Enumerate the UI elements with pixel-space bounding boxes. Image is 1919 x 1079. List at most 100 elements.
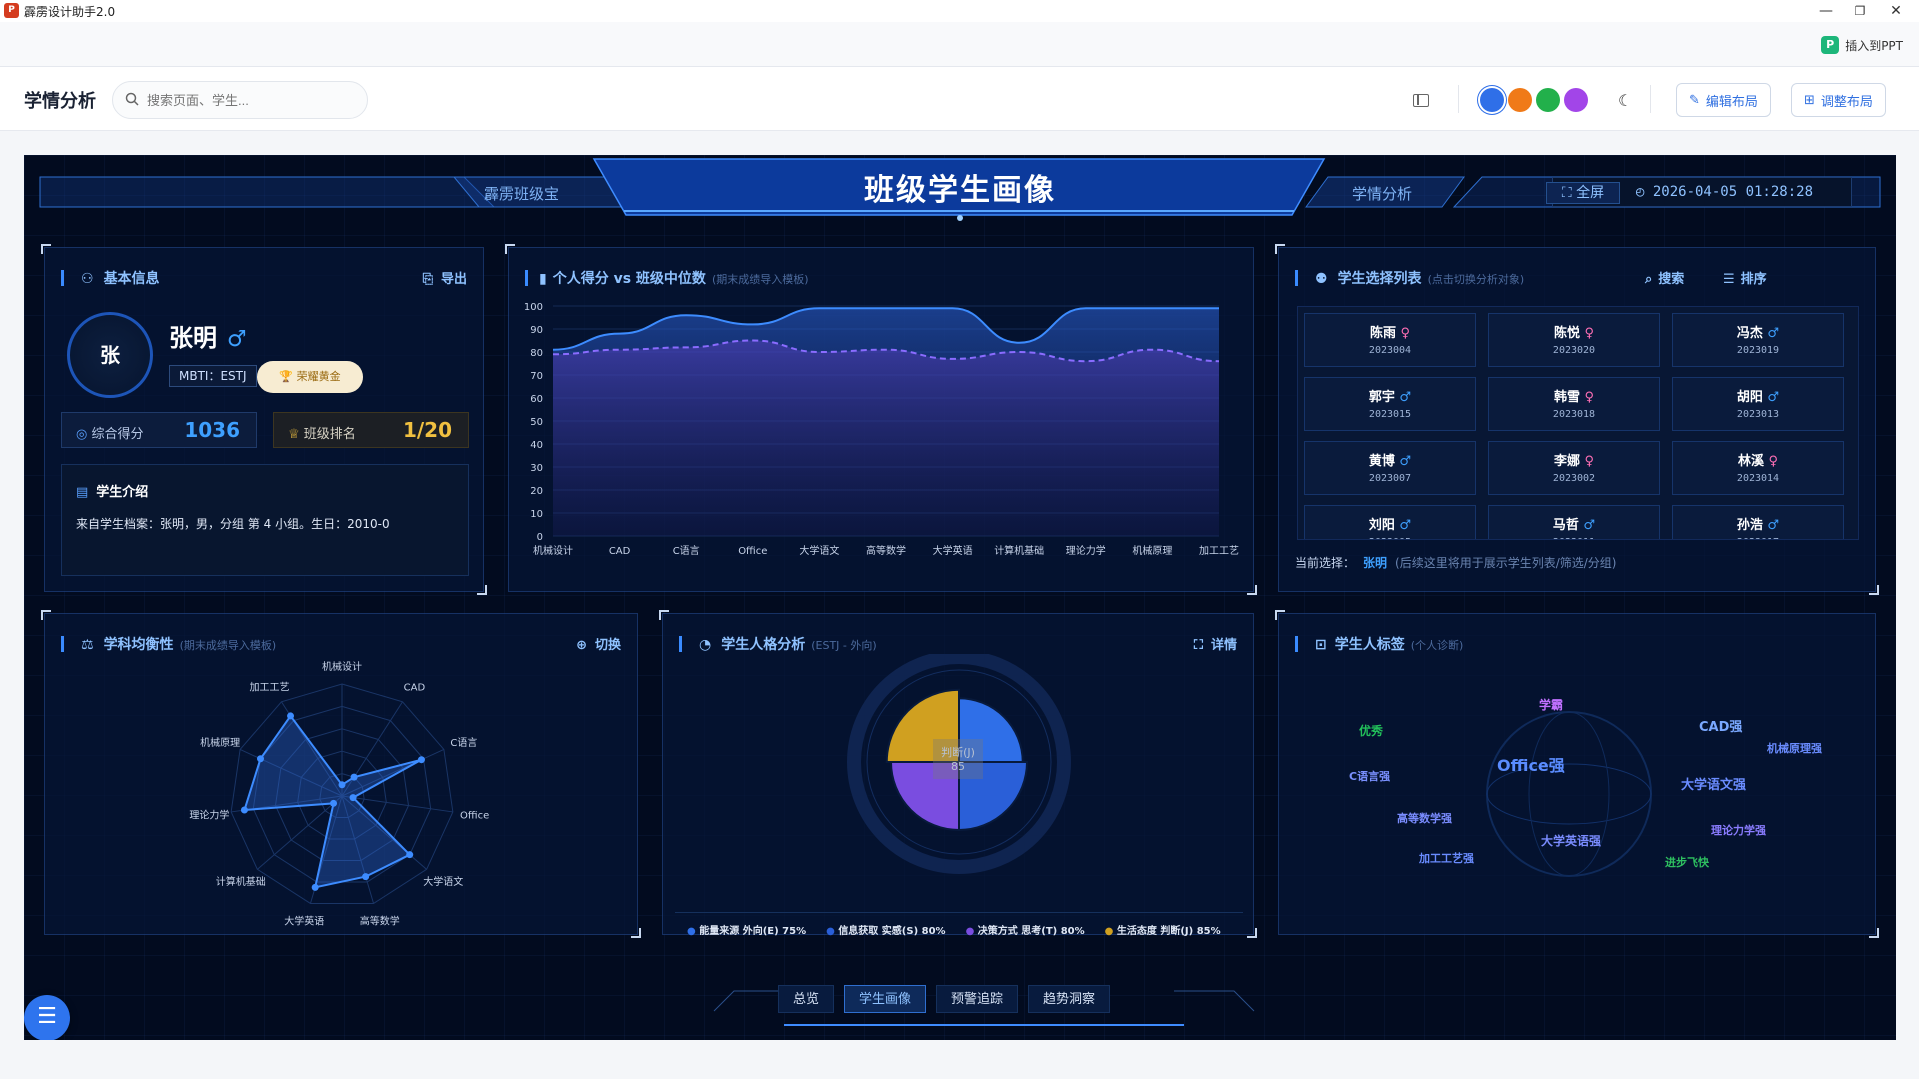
- y-tick-label: 20: [530, 486, 543, 497]
- theme-color-dot[interactable]: [1536, 88, 1560, 112]
- x-tick-label: 计算机基础: [994, 544, 1044, 557]
- female-icon: ♀: [1763, 454, 1779, 469]
- tag-cloud: 学霸 优秀 CAD强 机械原理强 Office强 C语言强 大学语文强 高等数学强 理论力学强大…: [1279, 614, 1877, 936]
- tag-item: C语言强: [1349, 770, 1391, 783]
- student-sort-button[interactable]: ☰ 排序: [1723, 268, 1767, 287]
- intro-text: 来自学生档案：张明，男，分组 第 4 小组。生日：2010-0: [76, 517, 390, 531]
- student-card[interactable]: 陈悦 ♀ 2023020: [1488, 313, 1660, 367]
- legend-item: ● 生活态度 判断(J) 85%: [1104, 926, 1221, 937]
- pie-icon: ◔: [699, 637, 712, 653]
- balance-panel: ⚖ 学科均衡性 (期末成绩导入模板) ⊕ 切换 机械设计 CAD C语言 Office 大学语…: [41, 610, 641, 938]
- x-tick-label: CAD: [609, 546, 631, 557]
- radar-axis-label: 高等数学: [360, 915, 400, 928]
- radar-axis-label: 计算机基础: [216, 875, 266, 888]
- tab-item[interactable]: 总览: [778, 985, 835, 1013]
- theme-color-dot[interactable]: [1564, 88, 1588, 112]
- export-button[interactable]: ⎘ 导出: [423, 268, 467, 287]
- insert-ppt-button[interactable]: P 插入到PPT: [1821, 36, 1903, 54]
- search-input[interactable]: [147, 90, 347, 110]
- tag-item: 大学语文强: [1681, 778, 1747, 793]
- student-card[interactable]: 刘阳 ♂ 2023005: [1304, 505, 1476, 539]
- rank-label: 班级排名: [303, 427, 356, 442]
- student-name: 孙浩: [1736, 518, 1763, 533]
- restore-button[interactable]: ❐: [1845, 1, 1875, 21]
- sidebar-toggle-icon[interactable]: [1413, 94, 1429, 107]
- switch-button[interactable]: ⊕ 切换: [576, 634, 621, 653]
- student-name: 韩雪: [1553, 390, 1580, 405]
- student-card[interactable]: 黄博 ♂ 2023007: [1304, 441, 1476, 495]
- student-card[interactable]: 陈雨 ♀ 2023004: [1304, 313, 1476, 367]
- student-name: 张明: [169, 324, 217, 352]
- tab-item[interactable]: 学生画像: [844, 985, 927, 1013]
- expand-icon: ⛶: [1193, 638, 1203, 653]
- student-id: 2023019: [1736, 345, 1780, 356]
- grid-icon: ⊞: [1804, 92, 1815, 108]
- sort-icon: ☰: [1723, 272, 1735, 287]
- student-card[interactable]: 胡阳 ♂ 2023013: [1672, 377, 1844, 431]
- student-id: 2023005: [1305, 537, 1475, 539]
- student-card[interactable]: 李娜 ♀ 2023002: [1488, 441, 1660, 495]
- female-icon: ♀: [1579, 454, 1595, 469]
- legend-item: ● 决策方式 思考(T) 80%: [965, 926, 1085, 937]
- target-icon: ◎: [76, 427, 88, 442]
- student-id: 2023017: [1673, 537, 1843, 539]
- edit-layout-button[interactable]: ✎ 编辑布局: [1676, 83, 1771, 117]
- tab-item[interactable]: 趋势洞察: [1028, 985, 1111, 1013]
- fullscreen-button[interactable]: ⛶ 全屏: [1546, 182, 1620, 204]
- tags-panel: ⊡ 学生人标签 (个人诊断) 学霸 优秀 CAD强 机械原理强 Office强 C语言强 大学语…: [1275, 610, 1879, 938]
- radar-axis-label: 机械原理: [200, 736, 240, 749]
- close-button[interactable]: ✕: [1881, 1, 1911, 21]
- panel-corner: [1275, 244, 1285, 254]
- student-name: 陈雨: [1369, 326, 1396, 341]
- score-box: ◎ 综合得分 1036: [61, 412, 257, 448]
- radar-point: [362, 873, 370, 881]
- tag-item: 大学英语强: [1541, 834, 1602, 848]
- legend-dot: ●: [965, 926, 978, 937]
- student-search-button[interactable]: ⌕ 搜索: [1645, 268, 1684, 287]
- student-card[interactable]: 孙浩 ♂ 2023017: [1672, 505, 1844, 539]
- user-icon: ⚇: [81, 271, 94, 287]
- ppt-icon: P: [1821, 36, 1840, 54]
- panel-corner: [1869, 928, 1879, 938]
- student-id: 2023015: [1368, 409, 1412, 420]
- current-student: 张明: [1363, 556, 1388, 570]
- radar-point: [256, 755, 264, 763]
- minimize-button[interactable]: —: [1811, 1, 1841, 21]
- radar-axis-label: 加工工艺: [250, 682, 290, 694]
- radar-point: [349, 794, 357, 802]
- student-card[interactable]: 韩雪 ♀ 2023018: [1488, 377, 1660, 431]
- mbti-badge: MBTI：ESTJ: [169, 365, 257, 387]
- x-tick-label: Office: [738, 546, 767, 557]
- intro-card: ▤ 学生介绍 来自学生档案：张明，男，分组 第 4 小组。生日：2010-0: [61, 464, 469, 576]
- tab-item[interactable]: 预警追踪: [936, 985, 1019, 1013]
- menu-fab-button[interactable]: ☰: [24, 995, 70, 1040]
- theme-color-dot[interactable]: [1480, 88, 1504, 112]
- male-icon: ♂: [1394, 454, 1412, 469]
- score-chart-title: 个人得分 vs 班级中位数: [552, 271, 706, 287]
- student-id: 2023007: [1368, 473, 1412, 484]
- student-id: 2023002: [1552, 473, 1596, 484]
- detail-button[interactable]: ⛶ 详情: [1194, 634, 1237, 653]
- score-area-chart: 0 10 20 30 40 50 60 70 80 90 100 机械设计 CAD C语言 Office 大学…: [524, 302, 1239, 557]
- adjust-layout-button[interactable]: ⊞ 调整布局: [1791, 83, 1886, 117]
- search-box[interactable]: [112, 81, 368, 119]
- female-icon: ♀: [1579, 390, 1595, 405]
- student-name: 马哲: [1552, 518, 1579, 533]
- panel-corner: [659, 610, 669, 620]
- y-tick-label: 30: [530, 463, 543, 474]
- tag-item: 高等数学强: [1397, 812, 1452, 825]
- student-card[interactable]: 林溪 ♀ 2023014: [1672, 441, 1844, 495]
- theme-color-dot[interactable]: [1508, 88, 1532, 112]
- score-label: 综合得分: [91, 427, 144, 442]
- student-card[interactable]: 马哲 ♂ 2023011: [1488, 505, 1660, 539]
- edit-icon: ✎: [1689, 92, 1700, 108]
- personality-panel: ◔ 学生人格分析 (ESTJ - 外向) ⛶ 详情 判断(J) 85 ● 能量来源 外向…: [659, 610, 1257, 938]
- clock-icon: ◴: [1636, 184, 1653, 200]
- legend-dot: ●: [826, 926, 839, 937]
- y-tick-label: 10: [530, 509, 543, 520]
- student-card[interactable]: 郭宇 ♂ 2023015: [1304, 377, 1476, 431]
- radar-point: [311, 883, 319, 891]
- dark-mode-icon[interactable]: ☾: [1618, 91, 1632, 110]
- student-card[interactable]: 冯杰 ♂ 2023019: [1672, 313, 1844, 367]
- male-icon: ♂: [1762, 390, 1780, 405]
